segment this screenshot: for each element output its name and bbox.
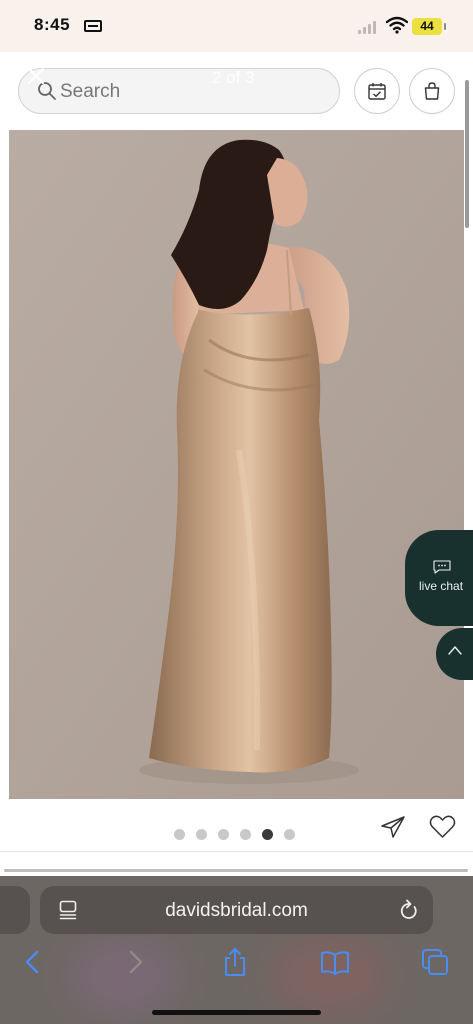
share-icon[interactable]: [380, 815, 406, 839]
appointment-button[interactable]: [354, 68, 400, 114]
status-time: 8:45: [34, 15, 71, 34]
carousel-dots: [174, 829, 295, 841]
product-image[interactable]: [9, 130, 464, 799]
bookmarks-icon[interactable]: [320, 947, 350, 977]
share-upload-icon[interactable]: [220, 947, 250, 977]
signal-icon: [358, 20, 378, 34]
sim-icon: [84, 20, 102, 32]
carousel-dot[interactable]: [174, 829, 185, 840]
close-icon[interactable]: [26, 66, 46, 86]
image-counter: 2 of 3: [212, 68, 255, 87]
home-indicator[interactable]: [152, 1010, 321, 1015]
cart-button[interactable]: [409, 68, 455, 114]
tabs-icon[interactable]: [420, 947, 450, 977]
page-scrollbar[interactable]: [465, 80, 469, 228]
carousel-dot[interactable]: [262, 829, 273, 840]
chevron-up-icon: [448, 646, 462, 655]
search-placeholder: Search: [60, 81, 121, 102]
address-bar[interactable]: davidsbridal.com: [40, 886, 433, 934]
divider: [0, 851, 473, 852]
battery-indicator: 44: [412, 18, 446, 35]
search-input[interactable]: Search: [18, 68, 340, 114]
status-bar: 8:45 44: [0, 0, 473, 52]
calendar-check-icon: [368, 83, 386, 100]
forward-icon[interactable]: [120, 947, 150, 977]
carousel-dot[interactable]: [196, 829, 207, 840]
url-text: davidsbridal.com: [165, 900, 308, 921]
carousel-dot[interactable]: [240, 829, 251, 840]
previous-tab-preview[interactable]: [0, 886, 30, 934]
reload-icon[interactable]: [399, 899, 419, 921]
live-chat-label: live chat: [419, 579, 464, 593]
live-chat-button[interactable]: live chat: [405, 530, 473, 626]
browser-toolbar: davidsbridal.com: [0, 876, 473, 1024]
carousel-dot[interactable]: [284, 829, 295, 840]
heart-icon[interactable]: [429, 814, 456, 839]
product-photo: [9, 130, 464, 799]
chat-bubble-icon: [433, 560, 451, 574]
header: Search 2 of 3: [0, 52, 473, 228]
wifi-icon: [386, 16, 408, 34]
divider: [4, 869, 468, 872]
shopping-bag-icon: [424, 82, 440, 100]
back-icon[interactable]: [18, 947, 48, 977]
carousel-dot[interactable]: [218, 829, 229, 840]
